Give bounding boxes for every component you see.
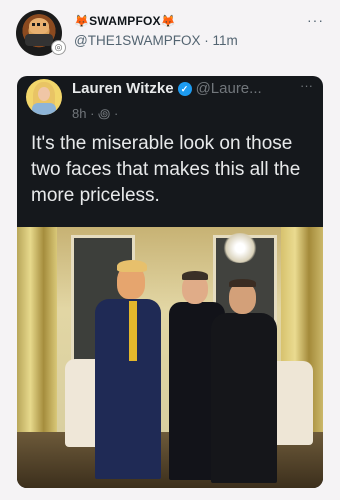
fox-emoji-left: 🦊 — [74, 14, 90, 28]
outer-time[interactable]: 11m — [213, 33, 238, 48]
quoted-avatar[interactable] — [26, 79, 62, 115]
photo-person-right-hair — [229, 279, 256, 287]
photo-chandelier — [222, 233, 258, 263]
photo-curtain-left — [17, 227, 57, 432]
outer-separator: · — [204, 33, 209, 48]
quoted-time: 8h · ꩜ · — [72, 106, 119, 121]
quoted-post-card[interactable]: Lauren Witzke ✓ @Laure... ··· 8h · ꩜ · It'… — [17, 76, 323, 488]
avatar-hat — [25, 34, 53, 46]
photo-person-left-body — [95, 299, 161, 479]
outer-display-name-line[interactable]: 🦊SWAMPFOX🦊 — [74, 14, 176, 28]
outer-handle[interactable]: @THE1SWAMPFOX — [74, 33, 200, 48]
quoted-name-line: Lauren Witzke ✓ @Laure... — [72, 80, 262, 97]
quoted-avatar-face — [38, 87, 50, 101]
photo-person-left-tie — [129, 301, 137, 361]
outer-display-name: SWAMPFOX — [89, 14, 161, 28]
outer-handle-line: @THE1SWAMPFOX · 11m — [74, 33, 238, 48]
photo-person-middle-hair — [182, 271, 208, 280]
post-photo[interactable] — [17, 227, 323, 488]
photo-person-right-body — [211, 313, 277, 483]
avatar-eyes — [32, 23, 46, 30]
verified-icon: ✓ — [177, 82, 192, 96]
quoted-avatar-shirt — [32, 103, 56, 115]
quoted-handle[interactable]: @Laure... — [196, 80, 262, 97]
outer-post-header: ◎ 🦊SWAMPFOX🦊 @THE1SWAMPFOX · 11m ··· — [0, 0, 340, 68]
fox-emoji-right: 🦊 — [160, 14, 176, 28]
photo-person-left-hair — [117, 260, 147, 272]
more-options-icon[interactable]: ··· — [307, 12, 324, 28]
quoted-display-name[interactable]: Lauren Witzke — [72, 80, 174, 97]
quoted-post-text: It's the miserable look on those two fac… — [31, 133, 301, 206]
avatar-badge-icon: ◎ — [51, 40, 66, 55]
quoted-more-options-icon[interactable]: ··· — [300, 78, 313, 93]
